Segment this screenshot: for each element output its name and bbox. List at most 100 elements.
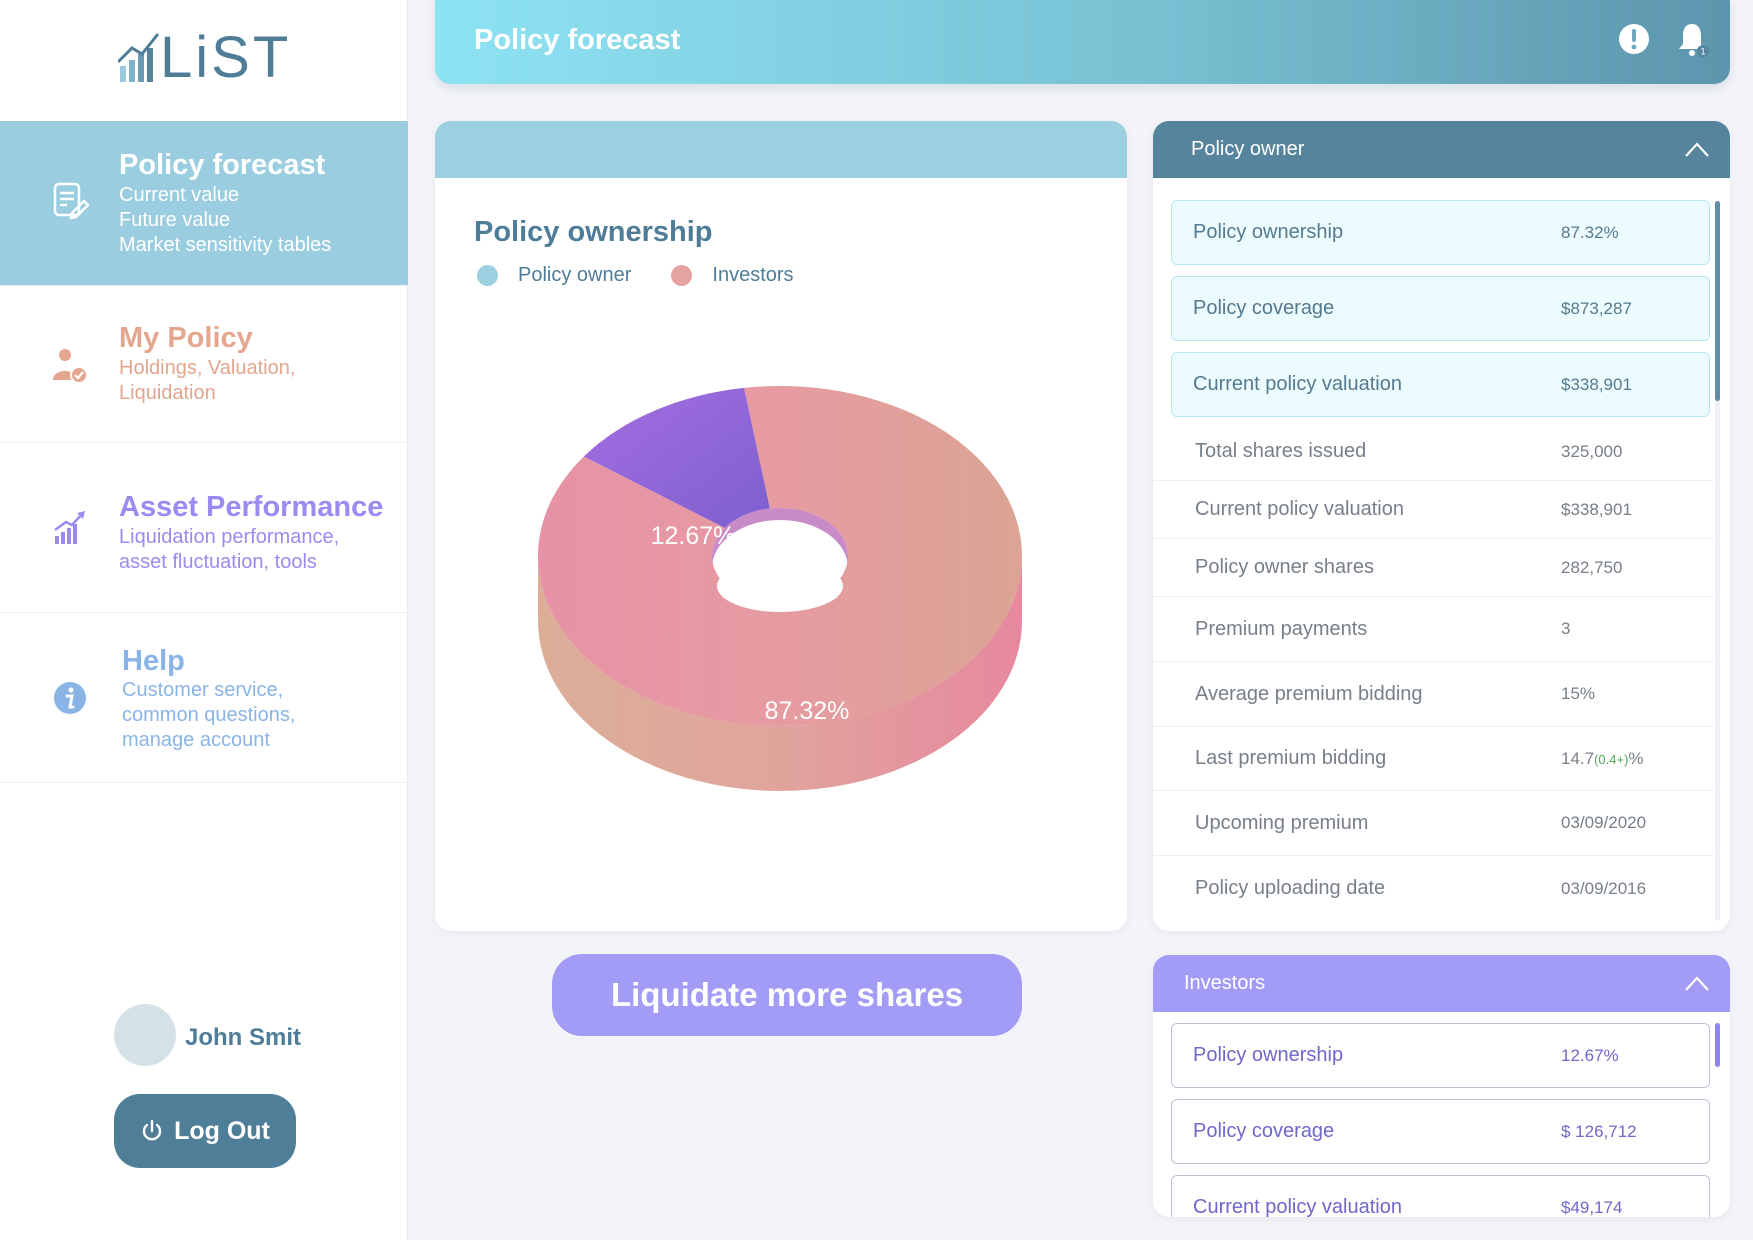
row-value-with-delta: 14.7(0.4+)% — [1561, 749, 1644, 769]
top-bar: Policy forecast 1 — [435, 0, 1730, 84]
row-value: 282,750 — [1561, 557, 1623, 577]
sidebar-item-subtitle: Holdings, Valuation, — [119, 357, 296, 379]
owner-row-coverage[interactable]: Policy coverage $873,287 — [1171, 276, 1710, 341]
card-header-band — [435, 121, 1127, 178]
table-row: Current policy valuation $338,901 — [1153, 481, 1713, 539]
table-row: Total shares issued 325,000 — [1153, 423, 1713, 481]
user-check-icon — [53, 349, 88, 384]
sidebar-item-title: Policy forecast — [119, 149, 326, 181]
table-row: Upcoming premium 03/09/2020 — [1153, 791, 1713, 856]
policy-owner-panel: Policy owner Policy ownership 87.32% Pol… — [1153, 121, 1730, 931]
app-logo[interactable]: LiST — [118, 28, 288, 88]
sidebar-item-subtitle: Market sensitivity tables — [119, 234, 332, 256]
legend-dot-owner — [477, 265, 498, 286]
ownership-donut-chart: 12.67% 87.32% — [538, 386, 1022, 791]
row-label: Policy ownership — [1193, 221, 1344, 243]
sidebar-item-subtitle: Customer service, — [122, 679, 284, 701]
investors-panel: Investors Policy ownership 12.67% Policy… — [1153, 955, 1730, 1217]
policy-owner-panel-header[interactable]: Policy owner — [1153, 121, 1730, 178]
owner-row-ownership[interactable]: Policy ownership 87.32% — [1171, 200, 1710, 265]
sidebar-item-my-policy[interactable]: My Policy Holdings, Valuation, Liquidati… — [0, 286, 408, 443]
value-delta: (0.4+) — [1594, 751, 1629, 767]
investors-panel-header[interactable]: Investors — [1153, 955, 1730, 1012]
row-label: Premium payments — [1195, 617, 1368, 640]
alert-icon[interactable] — [1617, 22, 1651, 56]
legend-item-investors: Investors — [671, 264, 794, 287]
sidebar-item-title: Help — [122, 645, 185, 677]
value-suffix: % — [1628, 748, 1644, 768]
chart-title: Policy ownership — [474, 216, 713, 248]
legend-dot-investors — [671, 265, 693, 286]
logout-label: Log Out — [174, 1116, 270, 1145]
investors-row-ownership[interactable]: Policy ownership 12.67% — [1171, 1023, 1710, 1088]
info-icon — [54, 682, 86, 714]
sidebar-item-subtitle: Current value — [119, 184, 240, 206]
sidebar-item-title: Asset Performance — [119, 491, 384, 523]
row-label: Upcoming premium — [1195, 811, 1369, 834]
legend-item-owner: Policy owner — [477, 264, 631, 287]
notification-count: 1 — [1700, 47, 1705, 57]
investors-row-coverage[interactable]: Policy coverage $ 126,712 — [1171, 1099, 1710, 1164]
row-value: $49,174 — [1561, 1197, 1623, 1217]
legend-label: Investors — [712, 264, 794, 286]
growth-chart-icon — [54, 511, 85, 544]
legend-label: Policy owner — [518, 264, 632, 286]
row-value: $338,901 — [1561, 499, 1632, 519]
row-value: $ 126,712 — [1561, 1121, 1637, 1141]
investors-row-valuation[interactable]: Current policy valuation $49,174 — [1171, 1175, 1710, 1217]
logout-button[interactable]: Log Out — [114, 1094, 296, 1168]
row-label: Current policy valuation — [1193, 1196, 1402, 1217]
bell-icon[interactable]: 1 — [1675, 20, 1713, 60]
value-number: 14.7 — [1561, 748, 1595, 768]
avatar[interactable] — [114, 1004, 176, 1066]
row-label: Policy coverage — [1193, 297, 1335, 319]
liquidate-shares-button[interactable]: Liquidate more shares — [552, 954, 1022, 1036]
chevron-up-icon[interactable] — [1684, 975, 1710, 993]
owner-row-valuation[interactable]: Current policy valuation $338,901 — [1171, 352, 1710, 417]
row-value: 12.67% — [1561, 1045, 1619, 1065]
scrollbar-thumb[interactable] — [1715, 201, 1720, 401]
row-label: Average premium bidding — [1195, 682, 1423, 705]
row-label: Total shares issued — [1195, 440, 1367, 462]
table-row: Premium payments 3 — [1153, 597, 1713, 662]
row-value: $338,901 — [1561, 374, 1632, 394]
row-value: $873,287 — [1561, 298, 1632, 318]
row-label: Policy ownership — [1193, 1044, 1344, 1066]
row-value: 15% — [1561, 684, 1596, 703]
ownership-chart-card: Policy ownership Policy owner Investors — [435, 121, 1127, 931]
data-label-investors: 12.67% — [651, 522, 736, 550]
panel-title: Investors — [1184, 972, 1266, 994]
donut-hole — [717, 560, 843, 612]
row-value: 03/09/2020 — [1561, 813, 1647, 832]
row-label: Last premium bidding — [1195, 747, 1387, 769]
row-label: Policy coverage — [1193, 1120, 1335, 1142]
chevron-up-icon[interactable] — [1684, 141, 1710, 159]
user-name: John Smit — [185, 1024, 302, 1051]
table-row: Policy owner shares 282,750 — [1153, 539, 1713, 597]
sidebar-item-subtitle: manage account — [122, 729, 270, 751]
sidebar: LiST Policy forecast Current value Futur… — [0, 0, 408, 1240]
table-row: Last premium bidding 14.7(0.4+)% — [1153, 727, 1713, 791]
row-value: 03/09/2016 — [1561, 878, 1647, 898]
sidebar-item-policy-forecast[interactable]: Policy forecast Current value Future val… — [0, 121, 408, 286]
scrollbar-thumb[interactable] — [1715, 1023, 1720, 1067]
row-label: Policy owner shares — [1195, 556, 1374, 578]
page-title: Policy forecast — [474, 24, 681, 56]
sidebar-item-subtitle: Liquidation performance, — [119, 526, 340, 548]
sidebar-item-help[interactable]: Help Customer service, common questions,… — [0, 613, 408, 783]
row-label: Current policy valuation — [1193, 373, 1402, 395]
power-icon — [142, 1119, 162, 1141]
row-label: Current policy valuation — [1195, 498, 1404, 520]
sidebar-item-asset-performance[interactable]: Asset Performance Liquidation performanc… — [0, 443, 408, 613]
sidebar-item-subtitle: asset fluctuation, tools — [119, 551, 317, 573]
sidebar-item-subtitle: Liquidation — [119, 382, 216, 404]
row-value: 3 — [1561, 619, 1571, 638]
table-row: Policy uploading date 03/09/2016 — [1153, 856, 1713, 921]
row-value: 325,000 — [1561, 441, 1623, 461]
logo-text: LiST — [160, 25, 292, 90]
sidebar-item-subtitle: Future value — [119, 209, 231, 231]
sidebar-item-subtitle: common questions, — [122, 704, 296, 726]
chart-legend: Policy owner Investors — [477, 264, 794, 287]
row-label: Policy uploading date — [1195, 877, 1386, 899]
panel-title: Policy owner — [1191, 138, 1305, 160]
